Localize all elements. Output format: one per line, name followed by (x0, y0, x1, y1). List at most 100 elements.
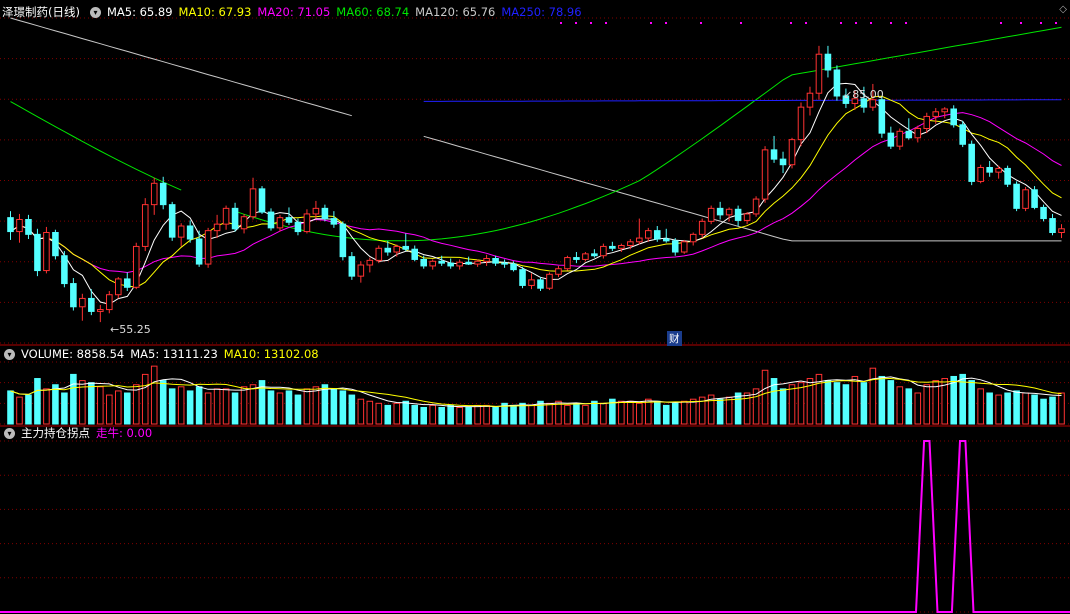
volume-bar (995, 394, 1002, 425)
volume-bar (573, 402, 580, 425)
volume-bar (357, 398, 365, 425)
stock-chart[interactable] (0, 0, 1070, 614)
volume-bar (914, 392, 922, 425)
candle-body (618, 245, 625, 249)
candle-body (123, 278, 131, 288)
volume-bar (429, 404, 436, 425)
volume-legend: ▾ VOLUME: 8858.54 MA5: 13111.23 MA10: 13102… (0, 345, 325, 363)
volume-bar (168, 388, 176, 425)
candle-body (285, 217, 293, 223)
volume-bar (1031, 394, 1038, 425)
volume-bar (97, 386, 104, 425)
volume-bar (465, 406, 472, 425)
ma5-label: MA5: 65.89 (106, 5, 173, 19)
candle-body (968, 143, 975, 182)
collapse-icon[interactable]: ▾ (4, 349, 15, 360)
ma10-line (10, 95, 1062, 288)
volume-bar (600, 402, 607, 425)
volume-bar (106, 394, 113, 425)
volume-bar (447, 404, 454, 425)
candle-body (689, 233, 697, 243)
volume-ma5-label: MA5: 13111.23 (130, 347, 218, 361)
candle-body (501, 262, 508, 265)
volume-bar (7, 390, 14, 425)
volume-bar (61, 392, 68, 425)
volume-bar (285, 390, 293, 425)
volume-bar (689, 398, 697, 425)
volume-bar (43, 388, 50, 425)
candle-body (698, 220, 706, 235)
volume-bar (896, 386, 904, 425)
candle-body (483, 258, 490, 262)
signal-dot (1040, 22, 1042, 24)
volume-bar (887, 380, 895, 425)
volume-bar (115, 390, 122, 425)
candle-body (492, 258, 499, 264)
candle-body (555, 268, 562, 275)
candle-body (79, 297, 86, 308)
candle-body (959, 124, 966, 145)
candle-body (950, 108, 957, 126)
volume-bar (1022, 392, 1029, 425)
ma20-label: MA20: 71.05 (257, 5, 331, 19)
volume-bar (968, 380, 975, 425)
volume-bar (725, 396, 733, 425)
volume-bar (824, 380, 832, 425)
volume-bar (375, 402, 383, 425)
candle-body (52, 232, 59, 257)
signal-dot (1000, 22, 1002, 24)
signal-dot (890, 22, 892, 24)
candle-body (905, 130, 913, 139)
candle-body (213, 223, 221, 232)
candle-body (159, 182, 167, 206)
volume-bar (1058, 392, 1065, 425)
volume-bar (519, 402, 526, 425)
volume-bar (249, 384, 257, 425)
candle-body (627, 241, 634, 247)
candle-body (357, 264, 365, 277)
volume-bar (195, 386, 203, 425)
volume-bar (797, 382, 805, 425)
candle-body (770, 149, 778, 160)
candle-body (653, 230, 661, 240)
candle-body (465, 261, 472, 265)
candle-body (582, 253, 589, 260)
candle-body (195, 238, 203, 265)
volume-bar (88, 382, 95, 425)
candle-body (204, 230, 212, 265)
candle-body (411, 248, 419, 260)
candle-body (636, 237, 643, 243)
indicator-title: 主力持仓拐点 (21, 426, 90, 440)
candle-body (276, 217, 284, 229)
volume-bar (348, 394, 356, 425)
volume-bar (456, 406, 463, 425)
candle-body (222, 207, 230, 225)
collapse-icon[interactable]: ▾ (4, 428, 15, 439)
volume-bar (150, 365, 158, 425)
candle-body (546, 273, 553, 289)
ma120-line (10, 17, 1062, 242)
volume-bar (141, 373, 149, 425)
candle-body (231, 207, 239, 230)
volume-bar (393, 402, 401, 425)
indicator-legend: ▾ 主力持仓拐点 走牛: 0.00 (0, 424, 158, 442)
volume-ma-lines (10, 376, 1062, 408)
volume-bar (339, 390, 347, 425)
candle-body (303, 213, 311, 233)
high-price-label: ↙85.00 (843, 88, 884, 101)
candle-body (70, 283, 77, 308)
volume-bar (905, 388, 913, 425)
financial-report-marker[interactable]: 财 (667, 331, 682, 346)
signal-dot (905, 22, 907, 24)
ma5-line (10, 82, 1062, 305)
volume-bar (34, 378, 41, 425)
collapse-icon[interactable]: ▾ (89, 7, 101, 18)
expand-icon[interactable]: ◇ (1059, 4, 1067, 15)
candle-body (132, 245, 140, 288)
candle-body (330, 218, 338, 225)
candle-body (680, 241, 688, 253)
volume-bar (986, 392, 993, 425)
volume-bar (294, 394, 302, 425)
volume-bar (1013, 390, 1020, 425)
volume-series (7, 365, 1065, 425)
